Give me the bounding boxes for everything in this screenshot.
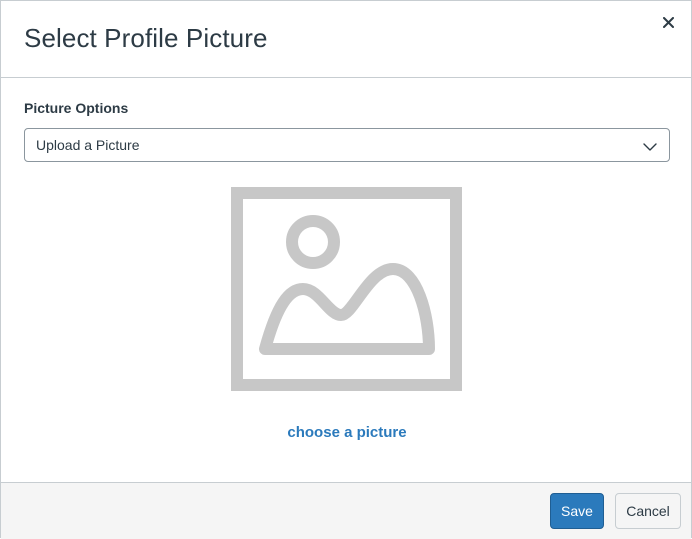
save-button[interactable]: Save: [550, 493, 604, 529]
dialog-body: Picture Options Upload a Picture choose …: [1, 79, 691, 482]
dialog-footer: Save Cancel: [1, 482, 691, 539]
picture-options-label: Picture Options: [24, 100, 129, 116]
dialog-title: Select Profile Picture: [24, 23, 268, 53]
chevron-down-icon: [642, 140, 658, 152]
close-button[interactable]: [657, 11, 679, 33]
cancel-button[interactable]: Cancel: [615, 493, 681, 529]
picture-options-select[interactable]: Upload a Picture: [24, 128, 670, 162]
dialog-header: Select Profile Picture: [1, 1, 691, 78]
choose-picture-link[interactable]: choose a picture: [1, 424, 692, 441]
close-icon: [662, 16, 674, 28]
image-placeholder-icon: [231, 187, 462, 391]
select-profile-picture-dialog: Select Profile Picture Picture Options U…: [0, 0, 692, 539]
picture-options-selected-value: Upload a Picture: [36, 137, 140, 153]
